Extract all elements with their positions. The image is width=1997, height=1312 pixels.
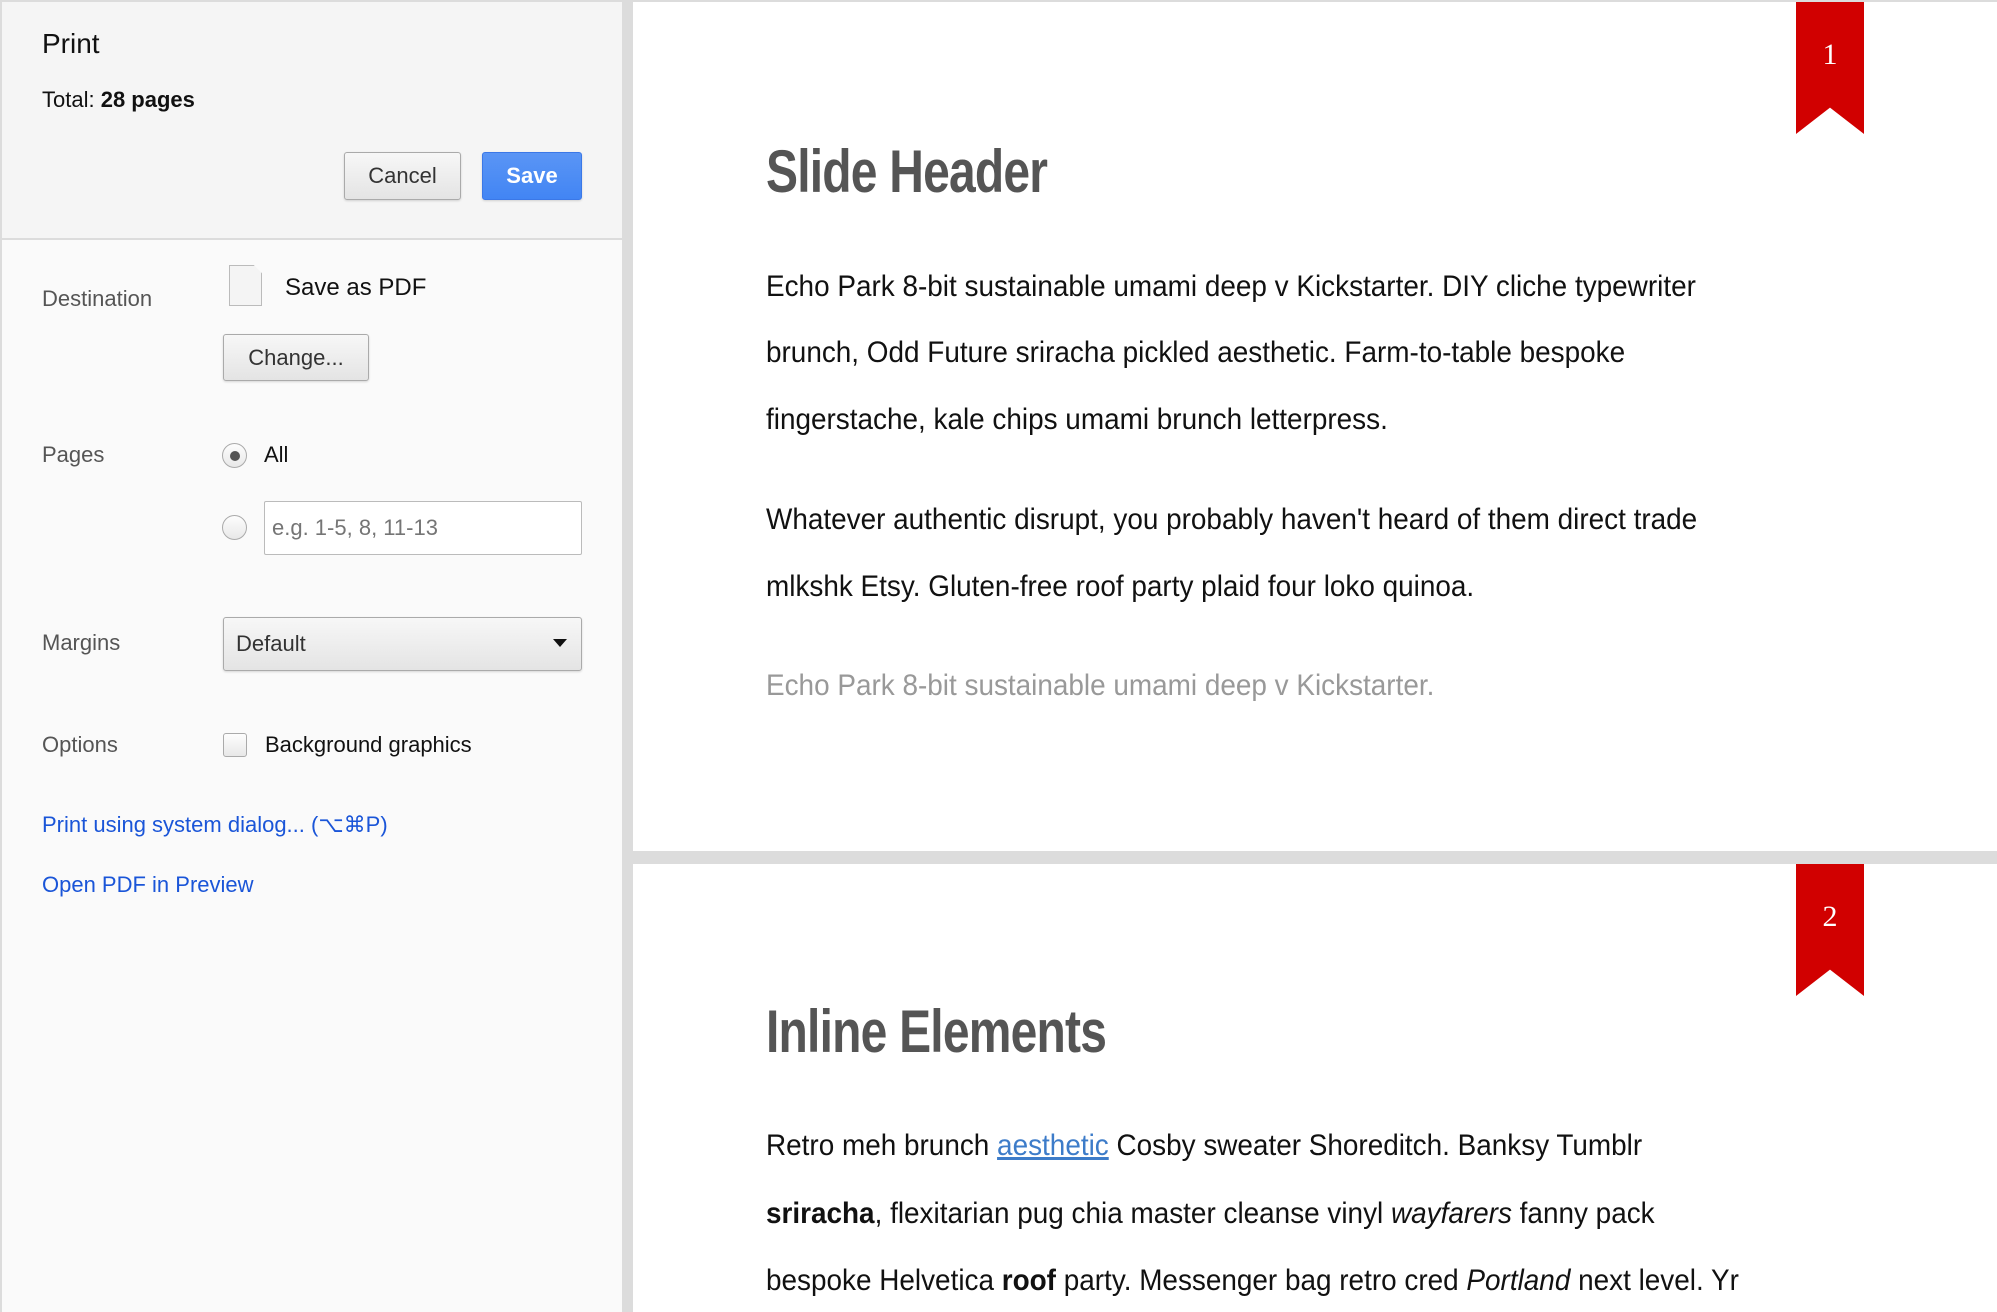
- paragraph-line: mlkshk Etsy. Gluten-free roof party plai…: [766, 570, 1475, 603]
- text: next level. Yr: [1570, 1264, 1739, 1297]
- preview-page-2: 2 Inline Elements Retro meh brunch aesth…: [633, 864, 1997, 1312]
- chevron-down-icon: [553, 639, 567, 647]
- print-title: Print: [42, 28, 100, 59]
- page-number-ribbon: 1: [1796, 2, 1864, 134]
- total-pages: Total: 28 pages: [42, 87, 195, 113]
- total-value: 28 pages: [100, 87, 195, 112]
- paragraph-line: Echo Park 8-bit sustainable umami deep v…: [766, 270, 1696, 303]
- background-graphics-label: Background graphics: [265, 732, 472, 757]
- destination-value: Save as PDF: [285, 274, 427, 301]
- file-icon: [229, 265, 262, 306]
- pages-range-radio[interactable]: [222, 515, 247, 540]
- text: Retro meh brunch: [766, 1129, 998, 1162]
- text: fanny pack: [1511, 1197, 1655, 1230]
- italic-text: Portland: [1466, 1264, 1571, 1297]
- total-label: Total:: [42, 87, 95, 112]
- options-label: Options: [42, 732, 118, 757]
- slide-heading: Inline Elements: [766, 998, 1107, 1065]
- pages-all-label: All: [264, 442, 289, 467]
- text: party. Messenger bag retro cred: [1055, 1264, 1467, 1297]
- pages-label: Pages: [42, 442, 105, 467]
- text: bespoke Helvetica: [766, 1264, 1002, 1297]
- pages-range-input[interactable]: [264, 501, 582, 555]
- text: Cosby sweater Shoreditch. Banksy Tumblr: [1108, 1129, 1643, 1162]
- save-button[interactable]: Save: [482, 152, 582, 200]
- paragraph-line: bespoke Helvetica roof party. Messenger …: [766, 1264, 1739, 1298]
- pages-all-radio[interactable]: [222, 443, 247, 468]
- bold-text: roof: [1001, 1264, 1056, 1297]
- paragraph-line: Retro meh brunch aesthetic Cosby sweater…: [766, 1129, 1642, 1163]
- paragraph-line: Whatever authentic disrupt, you probably…: [766, 503, 1698, 536]
- bold-text: sriracha: [766, 1197, 875, 1230]
- margins-select[interactable]: Default: [223, 617, 582, 671]
- paragraph-line: fingerstache, kale chips umami brunch le…: [766, 403, 1388, 436]
- muted-paragraph: Echo Park 8-bit sustainable umami deep v…: [766, 669, 1435, 702]
- margins-label: Margins: [42, 630, 121, 655]
- text: , flexitarian pug chia master cleanse vi…: [874, 1197, 1391, 1230]
- margins-value: Default: [236, 631, 306, 656]
- cancel-button[interactable]: Cancel: [344, 152, 461, 200]
- inline-link[interactable]: aesthetic: [997, 1129, 1109, 1162]
- background-graphics-checkbox[interactable]: [223, 733, 247, 757]
- paragraph-line: brunch, Odd Future sriracha pickled aest…: [766, 336, 1626, 369]
- slide-heading: Slide Header: [766, 138, 1048, 205]
- system-dialog-link[interactable]: Print using system dialog... (⌥⌘P): [42, 812, 388, 838]
- destination-label: Destination: [42, 286, 153, 311]
- paragraph-line: sriracha, flexitarian pug chia master cl…: [766, 1197, 1655, 1231]
- preview-page-1: 1 Slide Header Echo Park 8-bit sustainab…: [633, 2, 1997, 851]
- open-pdf-preview-link[interactable]: Open PDF in Preview: [42, 872, 254, 898]
- italic-text: wayfarers: [1390, 1197, 1512, 1230]
- page-number-ribbon: 2: [1796, 864, 1864, 996]
- change-destination-button[interactable]: Change...: [223, 334, 369, 381]
